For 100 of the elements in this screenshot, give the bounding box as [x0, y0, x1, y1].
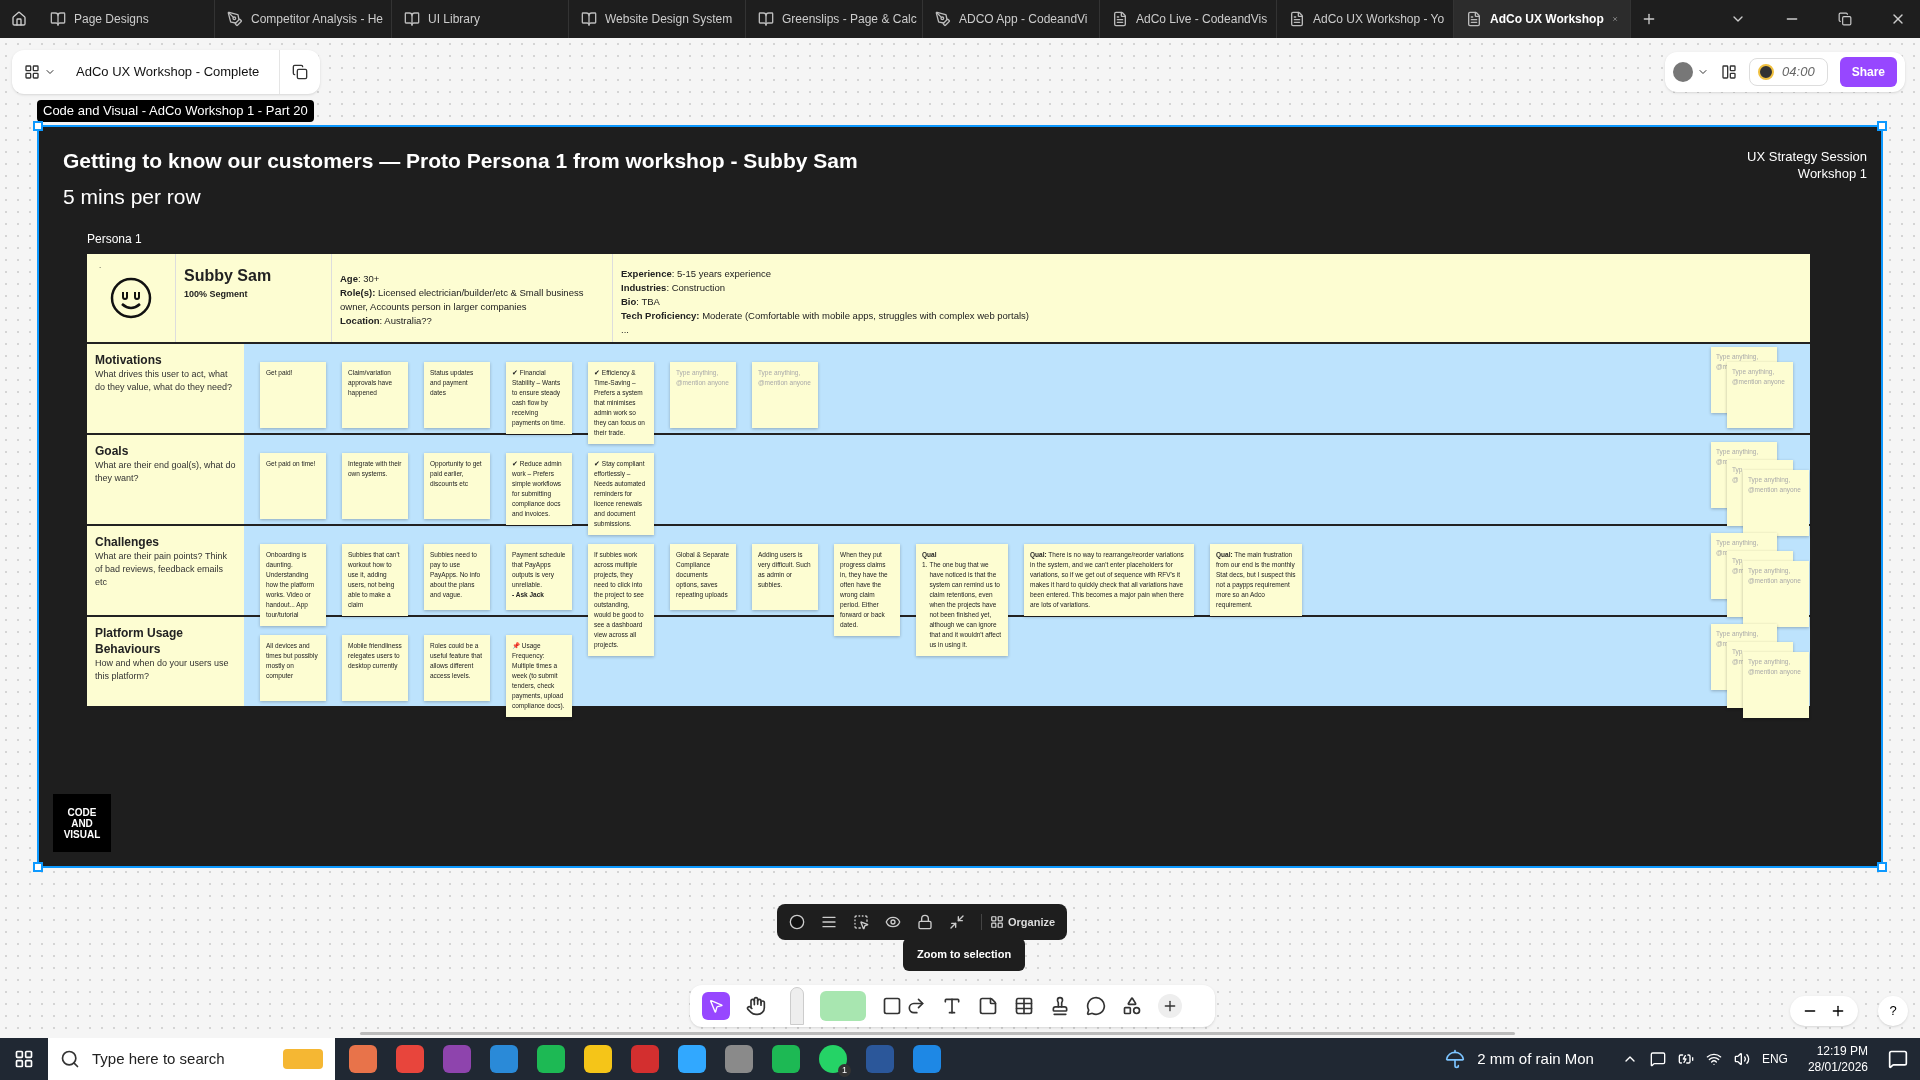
book-icon: [404, 11, 420, 27]
segment-label: 100% Segment: [184, 288, 249, 301]
app-icon[interactable]: [772, 1045, 800, 1073]
file-tab[interactable]: AdCo UX Workshop: [1454, 0, 1631, 38]
book-icon: [50, 11, 66, 27]
row-question: What drives this user to act, what do they value, what do they need?: [95, 368, 234, 394]
text-icon[interactable]: [942, 996, 962, 1016]
tab-label: AdCo Live - CodeandVis: [1136, 11, 1268, 28]
row-question: How and when do your users use this platform?: [95, 657, 230, 683]
persona-fact: Location: Australia??: [340, 314, 433, 328]
document-icon: [1112, 11, 1128, 27]
app-icon[interactable]: [396, 1045, 424, 1073]
app-icon[interactable]: [537, 1045, 565, 1073]
resize-handle[interactable]: [33, 121, 43, 131]
tab-label: Website Design System: [605, 11, 733, 28]
row-title: Goals: [95, 443, 130, 459]
persona-fact: Tech Proficiency: Moderate (Comfortable with mobile apps, struggles with complex web portals): [621, 309, 1030, 323]
pointer-icon: [708, 998, 724, 1014]
resize-handle[interactable]: [1877, 121, 1887, 131]
row-question: What are their end goal(s), what do they want?: [95, 459, 236, 485]
smiley-icon: [110, 277, 152, 319]
language-indicator[interactable]: ENG: [1761, 1050, 1788, 1068]
app-icon[interactable]: [490, 1045, 518, 1073]
persona-fact: Industries: Construction: [621, 281, 727, 295]
section-label: Persona 1: [87, 231, 143, 248]
app-icon[interactable]: [584, 1045, 612, 1073]
timer-icon: [1758, 64, 1775, 80]
document-icon: [1466, 11, 1482, 27]
persona-fact: Age: 30+: [340, 272, 381, 286]
search-icon: [60, 1049, 80, 1069]
app-icon[interactable]: [678, 1045, 706, 1073]
pen-icon: [227, 11, 243, 27]
book-icon: [758, 11, 774, 27]
book-icon: [581, 11, 597, 27]
battery-icon[interactable]: [1677, 1051, 1694, 1067]
file-name[interactable]: AdCo UX Workshop - Complete: [68, 62, 268, 82]
tab-label: ADCO App - CodeandVi: [959, 11, 1088, 28]
pages-icon[interactable]: [292, 64, 309, 80]
help-icon[interactable]: ?: [1878, 996, 1908, 1026]
tab-label: UI Library: [428, 11, 480, 28]
notification-icon[interactable]: [1888, 1049, 1908, 1069]
volume-icon[interactable]: [1733, 1051, 1750, 1067]
frame-title: Getting to know our customers — Proto Persona 1 from workshop - Subby Sam: [63, 148, 858, 174]
weather-icon: [1445, 1049, 1466, 1069]
logo-text: AND: [71, 817, 93, 829]
zoom-to-selection-icon[interactable]: [949, 914, 965, 930]
sticky-icon[interactable]: [978, 996, 998, 1016]
tab-label: Greenslips - Page & Calc: [782, 11, 917, 28]
shape-icon[interactable]: [882, 996, 902, 1016]
weather-text[interactable]: 2 mm of rain Mon: [1477, 1047, 1594, 1071]
timer-text: 04:00: [1781, 63, 1816, 82]
app-icon[interactable]: [913, 1045, 941, 1073]
comment-icon[interactable]: [1086, 996, 1106, 1016]
zoom-in-icon[interactable]: [1830, 1003, 1846, 1019]
select-tool[interactable]: [702, 992, 730, 1020]
more-tools-icon[interactable]: [1158, 994, 1182, 1018]
eye-icon[interactable]: [885, 914, 901, 930]
search-field[interactable]: Type here to search: [48, 1038, 335, 1080]
persona-fact: Experience: 5-15 years experience: [621, 267, 772, 281]
frame-label[interactable]: Code and Visual - AdCo Workshop 1 - Part 20: [37, 100, 314, 122]
pen-icon: [935, 11, 951, 27]
clock-date[interactable]: 28/01/2026: [1807, 1059, 1868, 1075]
app-icon[interactable]: [349, 1045, 377, 1073]
persona-fact: ...: [621, 323, 630, 337]
stroke-icon[interactable]: [821, 914, 837, 930]
table-icon[interactable]: [1014, 996, 1034, 1016]
tab-label: AdCo UX Workshop - Yo: [1313, 11, 1445, 28]
persona-fact: Bio: TBA: [621, 295, 661, 309]
persona-name: Subby Sam: [184, 266, 273, 286]
menu-icon[interactable]: [24, 64, 40, 80]
resize-handle[interactable]: [33, 862, 43, 872]
widgets-icon[interactable]: [1122, 996, 1142, 1016]
resize-handle[interactable]: [1877, 862, 1887, 872]
logo-text: VISUAL: [63, 828, 101, 840]
organize-button[interactable]: Organize: [981, 913, 1056, 931]
app-icon[interactable]: [725, 1045, 753, 1073]
tooltip: Zoom to selection: [903, 938, 1026, 971]
tab-label: AdCo UX Workshop: [1490, 11, 1604, 28]
clock-time[interactable]: 12:19 PM: [1816, 1043, 1868, 1059]
row-title: Motivations: [95, 352, 163, 368]
layout-icon[interactable]: [1721, 64, 1738, 80]
dot-mark: .: [99, 260, 102, 272]
session-label: UX Strategy Session: [1747, 148, 1867, 165]
marker-icon[interactable]: [790, 987, 804, 1025]
color-icon[interactable]: [789, 914, 805, 930]
avatar[interactable]: [1673, 62, 1694, 82]
restore-icon[interactable]: [1838, 12, 1852, 26]
grid-icon: [990, 915, 1004, 929]
lock-icon[interactable]: [917, 914, 933, 930]
timer[interactable]: 04:00: [1749, 58, 1828, 86]
logo-text: CODE: [67, 806, 97, 818]
document-icon: [1289, 11, 1305, 27]
frame-icon[interactable]: [853, 914, 869, 930]
connector-icon[interactable]: [906, 996, 926, 1016]
hand-icon[interactable]: [746, 996, 766, 1016]
stamp-icon[interactable]: [1050, 996, 1070, 1016]
search-placeholder: Type here to search: [92, 1048, 225, 1069]
share-button[interactable]: Share: [1839, 57, 1897, 87]
tab-label: Page Designs: [74, 11, 149, 28]
wifi-icon[interactable]: [1705, 1051, 1722, 1067]
